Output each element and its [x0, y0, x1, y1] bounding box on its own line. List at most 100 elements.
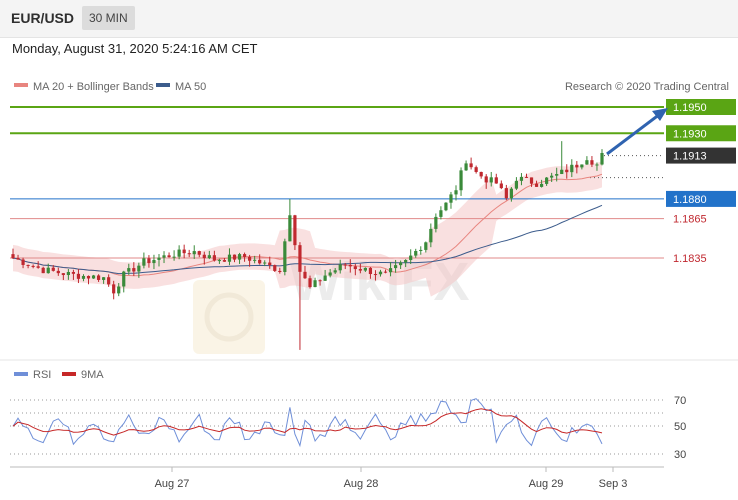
candle-body [162, 255, 166, 258]
candle-body [177, 249, 181, 257]
candle-body [595, 164, 599, 166]
candle-body [333, 270, 337, 273]
candle-body [323, 275, 327, 281]
credit-label: Research © 2020 Trading Central [565, 81, 729, 93]
x-axis-labels: Aug 27 Aug 28 Aug 29 Sep 3 [155, 467, 628, 490]
candle-body [66, 271, 70, 276]
candle-body [514, 180, 519, 189]
candle-body [459, 170, 463, 191]
candle-body [91, 275, 96, 279]
rsi-legend-label: RSI [33, 369, 51, 381]
candle-body [242, 254, 247, 257]
ma20-swatch [14, 83, 28, 87]
rsi-legend: RSI 9MA [14, 369, 104, 381]
candle-body [11, 254, 15, 259]
rsi-lines [12, 398, 603, 448]
ma50-swatch [156, 83, 170, 87]
candle-body [489, 177, 493, 183]
candle-body [217, 260, 222, 262]
candle-body [519, 176, 524, 181]
candle-body [182, 249, 186, 254]
candle-body [167, 255, 171, 258]
candle-body [237, 254, 242, 260]
ma50-legend-label: MA 50 [175, 81, 206, 93]
candle-body [278, 270, 282, 272]
candle-body [539, 183, 544, 187]
candle-body [328, 272, 332, 276]
candle-body [212, 255, 216, 261]
candle-body [343, 264, 347, 266]
candle-body [404, 259, 408, 263]
candle-body [550, 175, 554, 178]
candle-body [368, 267, 373, 275]
candle-body [414, 251, 418, 256]
level-label-1-1865: 1.1865 [673, 214, 707, 226]
candle-body [56, 270, 60, 274]
candle-body [474, 167, 478, 172]
candle-body [409, 255, 413, 260]
candle-body [534, 183, 539, 187]
candle-body [112, 284, 116, 294]
candle-body [529, 177, 534, 184]
candle-body [504, 188, 508, 199]
candle-body [378, 271, 383, 275]
level-label-1-1913: 1.1913 [673, 151, 707, 163]
candle-body [263, 262, 267, 264]
bollinger-bands [13, 161, 602, 297]
candle-body [524, 176, 529, 178]
candle-body [499, 183, 503, 189]
candle-body [192, 251, 196, 255]
candle-body [157, 257, 161, 260]
candle-body [434, 216, 438, 229]
rsi-label-70: 70 [674, 395, 686, 407]
candle-body [253, 259, 257, 261]
candle-body [399, 262, 403, 266]
x-label-aug29: Aug 29 [529, 478, 564, 490]
candle-body [479, 171, 483, 177]
candle-body [338, 264, 342, 271]
candle-body [222, 260, 227, 262]
candle-body [560, 169, 564, 175]
candle-body [16, 258, 20, 260]
level-label-1-1950: 1.1950 [673, 102, 707, 114]
candle-body [51, 267, 55, 271]
candle-body [81, 275, 86, 279]
candle-body [383, 271, 388, 273]
candle-body [469, 163, 473, 168]
level-label-1-1880: 1.1880 [673, 194, 707, 206]
candle-body [268, 262, 272, 266]
candle-body [580, 164, 584, 168]
watermark-logo-icon [193, 280, 265, 354]
candle-body [388, 268, 393, 273]
candle-body [107, 277, 111, 285]
candle-body [494, 177, 498, 184]
candle-body [142, 258, 146, 266]
candle-body [509, 188, 513, 199]
candle-body [172, 256, 176, 258]
candle-body [298, 245, 302, 272]
rsi-ma-swatch [62, 372, 76, 376]
candle-body [21, 259, 25, 265]
candle-body [46, 267, 50, 274]
candle-body [187, 253, 191, 255]
candle-body [76, 273, 81, 279]
candle-body [363, 267, 367, 271]
candle-body [288, 215, 292, 242]
candle-body [293, 215, 297, 246]
candle-body [429, 228, 433, 243]
rsi-ma-line [12, 408, 603, 436]
candle-body [464, 163, 468, 171]
x-label-sep3: Sep 3 [599, 478, 628, 490]
candle-body [393, 265, 398, 269]
candle-body [102, 277, 106, 280]
candle-body [36, 266, 40, 268]
candle-body [303, 271, 307, 279]
candle-body [353, 266, 357, 270]
candle-body [137, 265, 141, 272]
candle-body [232, 254, 237, 260]
candle-body [283, 241, 287, 272]
candle-body [61, 273, 65, 276]
candle-body [565, 169, 569, 173]
candle-body [41, 267, 45, 274]
ma20-legend-label: MA 20 + Bollinger Bands [33, 81, 154, 93]
